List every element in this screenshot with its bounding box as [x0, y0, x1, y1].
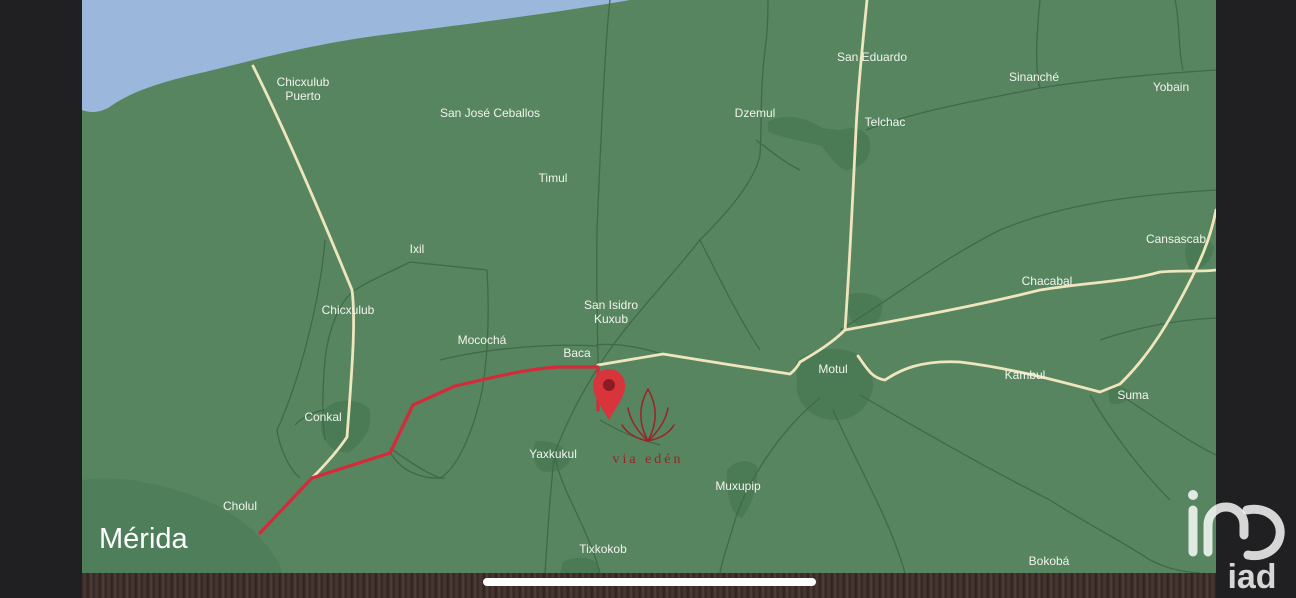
place-label-line: Cansascab — [1146, 232, 1206, 246]
place-label-line: Kuxub — [594, 312, 628, 326]
iad-logo-text: iad — [1227, 558, 1276, 596]
place-muxupip: Muxupip — [715, 479, 761, 493]
place-label-line: Mocochá — [458, 333, 507, 347]
place-label-line: Dzemul — [735, 106, 776, 120]
place-suma: Suma — [1117, 388, 1149, 402]
map-screenshot: via edén Chicxulub Puerto San José Ceball… — [0, 0, 1296, 598]
place-san-jose-ceballos: San José Ceballos — [440, 106, 540, 120]
place-label-line: Muxupip — [715, 479, 761, 493]
place-motul: Motul — [818, 362, 847, 376]
place-label-line: Bokobá — [1029, 554, 1070, 568]
place-kambul: Kambul — [1005, 368, 1046, 382]
place-label-line: Sinanché — [1009, 70, 1059, 84]
place-chicxulub: Chicxulub — [322, 303, 375, 317]
city-label-merida: Mérida — [99, 523, 189, 555]
iad-logo-dot — [1188, 490, 1198, 500]
map-canvas[interactable]: via edén Chicxulub Puerto San José Ceball… — [0, 0, 1296, 598]
place-bokoba: Bokobá — [1029, 554, 1070, 568]
via-eden-logo-text: via edén — [612, 452, 683, 467]
place-tixkokob: Tixkokob — [579, 542, 627, 556]
place-label-line: Yobain — [1153, 80, 1189, 94]
place-yobain: Yobain — [1153, 80, 1189, 94]
place-label-line: Telchac — [865, 115, 906, 129]
place-label-line: Ixil — [410, 242, 425, 256]
place-label-line: Cholul — [223, 499, 257, 513]
place-label-line: San Isidro — [584, 298, 638, 312]
place-label-line: Timul — [539, 171, 568, 185]
place-timul: Timul — [539, 171, 568, 185]
place-sinanche: Sinanché — [1009, 70, 1059, 84]
place-label-line: Chacabal — [1022, 274, 1073, 288]
place-baca: Baca — [563, 346, 591, 360]
place-label-line: San José Ceballos — [440, 106, 540, 120]
place-conkal: Conkal — [304, 410, 341, 424]
place-chacabal: Chacabal — [1022, 274, 1073, 288]
place-telchac: Telchac — [865, 115, 906, 129]
place-label-line: Suma — [1117, 388, 1149, 402]
place-ixil: Ixil — [410, 242, 425, 256]
place-label-line: Chicxulub — [277, 75, 330, 89]
place-label-line: Puerto — [285, 89, 321, 103]
place-cholul: Cholul — [223, 499, 257, 513]
place-dzemul: Dzemul — [735, 106, 776, 120]
place-cansascab: Cansascab — [1146, 232, 1206, 246]
place-san-eduardo: San Eduardo — [837, 50, 907, 64]
place-yaxkukul: Yaxkukul — [529, 447, 577, 461]
place-label-line: Baca — [563, 346, 591, 360]
place-label-line: Conkal — [304, 410, 341, 424]
place-label-line: San Eduardo — [837, 50, 907, 64]
place-label-line: Motul — [818, 362, 847, 376]
place-label-line: Chicxulub — [322, 303, 375, 317]
home-indicator[interactable] — [483, 578, 816, 586]
place-mococha: Mocochá — [458, 333, 507, 347]
place-label-line: Yaxkukul — [529, 447, 577, 461]
place-label-line: Tixkokob — [579, 542, 627, 556]
place-label-line: Kambul — [1005, 368, 1046, 382]
